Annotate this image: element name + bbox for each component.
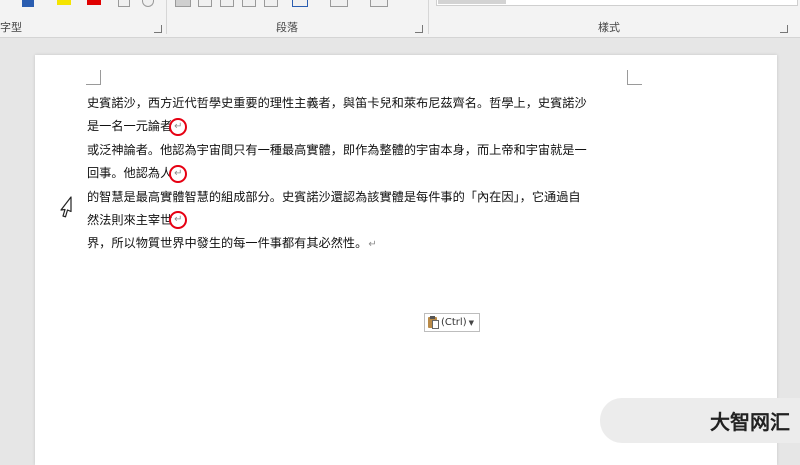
ribbon: 字型 段落 樣式: [0, 0, 800, 38]
character-shading-button[interactable]: [118, 0, 130, 7]
font-dialog-launcher-icon[interactable]: [154, 25, 162, 33]
ribbon-separator: [428, 0, 429, 34]
distributed-button[interactable]: [264, 0, 278, 7]
margin-corner-top-left: [86, 70, 101, 85]
text-line[interactable]: 然法則來主宰世 ↵: [87, 209, 647, 232]
document-body[interactable]: 史賓諾沙，西方近代哲學史重要的理性主義者，與笛卡兒和萊布尼茲齊名。哲學上，史賓諾…: [87, 92, 647, 256]
margin-corner-top-right: [627, 70, 642, 85]
paragraph-dialog-launcher-icon[interactable]: [415, 25, 423, 33]
ribbon-separator: [166, 0, 167, 34]
text-line[interactable]: 是一名一元論者 ↵: [87, 115, 647, 138]
align-right-button[interactable]: [220, 0, 234, 7]
text-line[interactable]: 史賓諾沙，西方近代哲學史重要的理性主義者，與笛卡兒和萊布尼茲齊名。哲學上，史賓諾…: [87, 92, 647, 115]
line-spacing-button[interactable]: [292, 0, 308, 7]
highlight-color-button[interactable]: [57, 0, 71, 5]
paragraph-mark-icon: ↵: [169, 164, 188, 183]
chevron-down-icon: ▼: [468, 318, 474, 327]
font-group-label: 字型: [0, 21, 22, 34]
enclose-characters-button[interactable]: [142, 0, 154, 7]
borders-button[interactable]: [370, 0, 388, 7]
paragraph-mark-icon: ↵: [169, 117, 188, 136]
text-effects-button[interactable]: [22, 0, 34, 7]
paragraph-group-label: 段落: [276, 21, 298, 34]
text-line[interactable]: 界，所以物質世界中發生的每一件事都有其必然性。↵: [87, 232, 647, 255]
paragraph-mark-icon: ↵: [169, 211, 188, 230]
align-center-button[interactable]: [198, 0, 212, 7]
styles-gallery-selected-item[interactable]: [438, 0, 506, 4]
text-line[interactable]: 的智慧是最高實體智慧的組成部分。史賓諾沙還認為該實體是每件事的「內在因」，它通過…: [87, 186, 647, 209]
paste-options-label: (Ctrl): [441, 317, 467, 328]
text-line[interactable]: 或泛神論者。他認為宇宙間只有一種最高實體，即作為整體的宇宙本身，而上帝和宇宙就是…: [87, 139, 647, 162]
styles-group-label: 樣式: [598, 21, 620, 34]
justify-button[interactable]: [242, 0, 256, 7]
watermark: 大智网汇: [600, 398, 800, 443]
mouse-pointer-icon: [60, 196, 72, 218]
styles-dialog-launcher-icon[interactable]: [780, 25, 788, 33]
paste-options-button[interactable]: (Ctrl) ▼: [424, 313, 480, 332]
text-line[interactable]: 回事。他認為人 ↵: [87, 162, 647, 185]
align-left-button[interactable]: [175, 0, 191, 7]
font-color-button[interactable]: [87, 0, 101, 5]
shading-button[interactable]: [330, 0, 348, 7]
clipboard-icon: [428, 316, 439, 329]
paragraph-mark-icon: ↵: [368, 239, 377, 251]
